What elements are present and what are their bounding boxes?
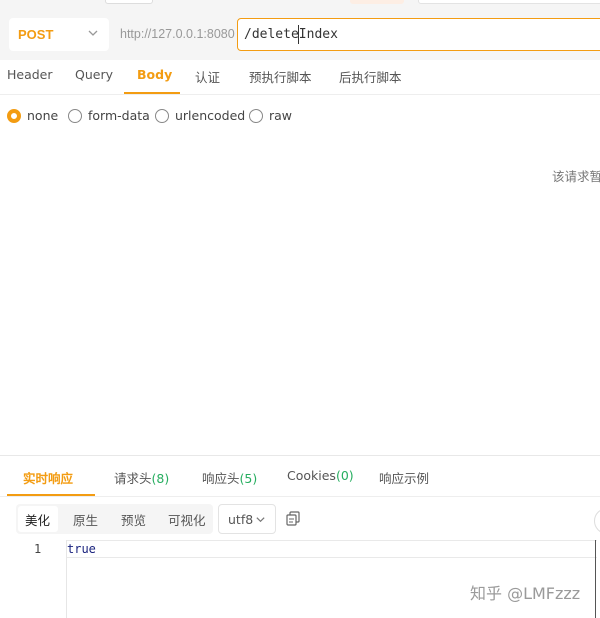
- encoding-select[interactable]: utf8: [218, 504, 276, 534]
- radio-urlencoded[interactable]: urlencoded: [155, 108, 245, 123]
- tab-request-headers[interactable]: 请求头(8): [114, 468, 169, 487]
- radio-raw[interactable]: raw: [249, 108, 292, 123]
- radio-raw-circle[interactable]: [249, 108, 263, 123]
- active-line-highlight: [67, 540, 597, 558]
- tab-label: 实时响应: [23, 471, 74, 486]
- watermark: 知乎 @LMFzzz: [470, 584, 581, 603]
- response-tabs: 实时响应 请求头(8) 响应头(5) Cookies(0) 响应示例: [0, 456, 600, 497]
- chevron-down-icon: [88, 30, 98, 36]
- tab-post-script[interactable]: 后执行脚本: [339, 67, 402, 86]
- format-visual-button[interactable]: 可视化: [168, 510, 206, 529]
- toolbar-extra-button[interactable]: [594, 508, 600, 534]
- count-badge: (5): [239, 471, 258, 486]
- code-line: true: [67, 542, 96, 556]
- tab-label: 响应示例: [379, 471, 430, 486]
- request-tabs: Header Query Body 认证 预执行脚本 后执行脚本: [0, 60, 600, 95]
- active-tab-indicator: [124, 92, 180, 94]
- radio-none-label: none: [27, 108, 59, 123]
- tab-body[interactable]: Body: [137, 67, 172, 82]
- radio-raw-label: raw: [269, 108, 293, 123]
- tab-auth[interactable]: 认证: [195, 67, 220, 86]
- tab-label: 响应头: [202, 471, 240, 486]
- method-select[interactable]: POST: [9, 18, 109, 51]
- scrollbar-edge[interactable]: [595, 540, 600, 618]
- format-toggle-group: 美化 原生 预览 可视化: [16, 504, 213, 534]
- format-pretty-button[interactable]: 美化: [25, 510, 50, 529]
- active-response-tab-indicator: [7, 494, 95, 496]
- tab-live-response[interactable]: 实时响应: [23, 468, 73, 487]
- tab-pre-script[interactable]: 预执行脚本: [249, 67, 312, 86]
- path-input-value: /deleteIndex: [244, 27, 338, 42]
- path-input[interactable]: /deleteIndex: [237, 18, 600, 51]
- count-badge: (0): [335, 468, 354, 483]
- tab-label: Cookies: [287, 468, 336, 483]
- line-number-gutter: 1: [0, 540, 67, 618]
- encoding-label: utf8: [228, 511, 254, 527]
- count-badge: (8): [151, 471, 170, 486]
- response-code-view[interactable]: 1 true: [0, 540, 600, 618]
- tab-query[interactable]: Query: [75, 67, 113, 82]
- radio-form-data[interactable]: form-data: [68, 108, 150, 123]
- request-bar: POST http://127.0.0.1:8080 /deleteIndex: [0, 10, 600, 60]
- body-type-radios: none form-data urlencoded raw: [0, 108, 600, 130]
- radio-form-data-label: form-data: [88, 108, 150, 123]
- tab-response-examples[interactable]: 响应示例: [379, 468, 429, 487]
- tab-cookies[interactable]: Cookies(0): [287, 468, 354, 483]
- tab-label: 请求头: [114, 471, 152, 486]
- base-url: http://127.0.0.1:8080: [120, 27, 235, 41]
- radio-urlencoded-label: urlencoded: [175, 108, 246, 123]
- response-toolbar: 美化 原生 预览 可视化 utf8: [16, 504, 600, 534]
- radio-none-circle[interactable]: [7, 108, 21, 123]
- radio-form-data-circle[interactable]: [68, 108, 82, 123]
- radio-urlencoded-circle[interactable]: [155, 108, 169, 123]
- top-toolbar-send-button[interactable]: [350, 0, 404, 4]
- radio-none[interactable]: none: [7, 108, 58, 123]
- top-toolbar-button[interactable]: [105, 0, 153, 4]
- top-toolbar-strip: [0, 0, 600, 10]
- chevron-down-icon: [256, 517, 265, 523]
- tab-response-headers[interactable]: 响应头(5): [202, 468, 257, 487]
- copy-icon[interactable]: [286, 511, 300, 526]
- body-empty-hint: 该请求暂: [552, 169, 600, 184]
- tab-header[interactable]: Header: [7, 67, 53, 82]
- format-raw-button[interactable]: 原生: [73, 510, 98, 529]
- method-label: POST: [18, 27, 54, 42]
- line-number: 1: [34, 542, 42, 556]
- top-toolbar-field[interactable]: [418, 0, 600, 4]
- text-caret: [298, 25, 299, 44]
- format-preview-button[interactable]: 预览: [121, 510, 146, 529]
